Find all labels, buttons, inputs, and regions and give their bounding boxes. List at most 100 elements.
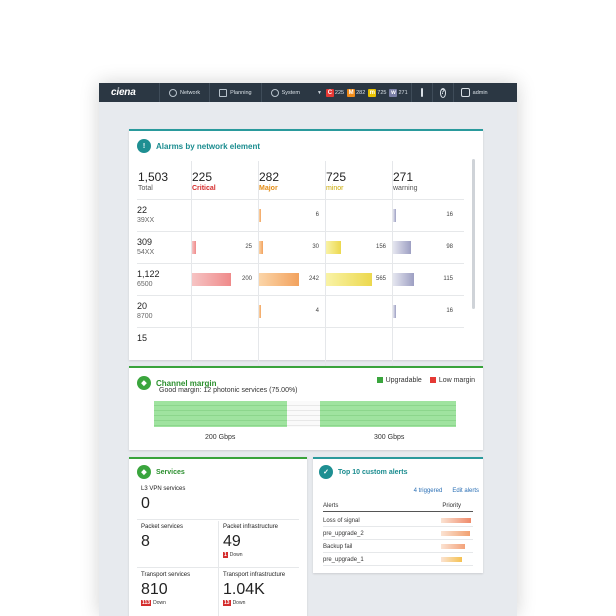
scrollbar[interactable] — [472, 159, 475, 309]
help-button[interactable]: ? — [431, 83, 453, 102]
minor-cell[interactable] — [325, 296, 392, 327]
nav-planning[interactable]: Planning — [209, 83, 260, 102]
warning-header[interactable]: 271 warning — [392, 171, 459, 199]
alerts-table-header: Alerts Priority — [323, 503, 473, 512]
minor-cell[interactable]: 565 — [325, 264, 392, 295]
major-count: 282 — [356, 89, 366, 96]
critical-cell[interactable]: 200 — [191, 264, 258, 295]
warning-cell[interactable]: 115 — [392, 264, 459, 295]
down-label: Down — [153, 600, 166, 606]
transport-infra-value: 1.04K — [223, 581, 265, 598]
minor-count: 565 — [375, 276, 386, 282]
total-value: 1,503 — [138, 170, 169, 184]
critical-cell[interactable]: 25 — [191, 232, 258, 263]
edit-alerts-link[interactable]: Edit alerts — [452, 488, 479, 494]
critical-cell[interactable] — [191, 328, 258, 359]
nav-system[interactable]: System — [260, 83, 309, 102]
legend-swatch — [376, 377, 383, 383]
alarm-row[interactable]: 15 — [137, 327, 464, 359]
divider — [137, 519, 299, 520]
packet-services-label: Packet services — [141, 524, 184, 530]
minor-total: 725 — [326, 170, 347, 184]
minor-cell[interactable] — [325, 328, 392, 359]
down-count: 113 — [141, 600, 152, 606]
minor-alarm-count[interactable]: m 725 — [368, 88, 387, 97]
alarm-rows: 22 39XX 6 16 309 54XX 25 30 156 98 1,122 6500 200 242… — [137, 199, 464, 359]
minor-header[interactable]: 725 minor — [325, 171, 392, 199]
warning-count: 271 — [398, 89, 408, 96]
alarm-row[interactable]: 1,122 6500 200 242 565 115 — [137, 263, 464, 295]
major-cell[interactable]: 242 — [258, 264, 325, 295]
major-cell[interactable]: 6 — [258, 200, 325, 231]
warning-total: 271 — [393, 170, 414, 184]
minor-count: 725 — [377, 89, 387, 96]
down-label: Down — [229, 552, 243, 558]
down-count: 1 — [223, 552, 228, 558]
user-menu[interactable]: admin — [452, 83, 492, 102]
alert-row[interactable]: Backup fail — [323, 541, 473, 553]
priority-column-header: Priority — [442, 503, 461, 509]
minor-bar — [326, 241, 341, 254]
divider — [137, 567, 299, 568]
major-badge: M — [347, 88, 356, 97]
alarms-card: ! Alarms by network element 1,503 Total … — [129, 129, 483, 389]
triggered-link[interactable]: 4 triggered — [414, 488, 443, 494]
alarm-row[interactable]: 22 39XX 6 16 — [137, 199, 464, 231]
warning-cell[interactable]: 98 — [392, 232, 459, 263]
transport-infrastructure[interactable]: Transport infrastructure 1.04K 13 Down — [223, 572, 285, 606]
l3vpn-services[interactable]: L3 VPN services 0 — [141, 486, 185, 513]
critical-cell[interactable] — [191, 200, 258, 231]
critical-alarm-count[interactable]: C 225 — [325, 88, 345, 97]
channel-icon: ◆ — [137, 376, 151, 390]
packet-infrastructure[interactable]: Packet infrastructure 49 1 Down — [223, 524, 278, 558]
total-label: Total — [138, 185, 153, 192]
alerts-card-title: Top 10 custom alerts — [338, 468, 408, 476]
major-header[interactable]: 282 Major — [258, 171, 325, 199]
warning-cell[interactable] — [392, 328, 459, 359]
major-cell[interactable] — [258, 328, 325, 359]
alarms-totals-row: 1,503 Total 225 Critical 282 Major 725 m… — [137, 171, 464, 199]
major-bar — [259, 209, 261, 222]
transport-services-label: Transport services — [141, 572, 191, 578]
packet-infra-down: 1 Down — [223, 552, 278, 558]
warning-cell[interactable]: 16 — [392, 296, 459, 327]
total-header[interactable]: 1,503 Total — [137, 171, 191, 199]
minor-cell[interactable]: 156 — [325, 232, 392, 263]
element-count: 1,122 — [137, 269, 160, 279]
minor-cell[interactable] — [325, 200, 392, 231]
dashboard-button[interactable] — [410, 83, 432, 102]
major-cell[interactable]: 4 — [258, 296, 325, 327]
major-alarm-count[interactable]: M 282 — [347, 88, 366, 97]
alert-row[interactable]: pre_upgrade_1 — [323, 554, 473, 566]
margin-segment-empty — [287, 401, 320, 427]
alarms-card-header: ! Alarms by network element — [137, 139, 260, 153]
critical-header[interactable]: 225 Critical — [191, 171, 258, 199]
l3vpn-label: L3 VPN services — [141, 486, 186, 492]
element-count: 309 — [137, 237, 153, 247]
critical-count: 225 — [334, 89, 345, 96]
priority-bar — [441, 531, 470, 536]
alert-row[interactable]: pre_upgrade_2 — [323, 528, 473, 540]
nav-network[interactable]: Network — [159, 83, 209, 102]
margin-bar[interactable] — [154, 401, 457, 427]
alert-row[interactable]: Loss of signal — [323, 515, 473, 527]
element-type: 8700 — [137, 313, 153, 320]
legend-low-margin-label: Low margin — [438, 377, 475, 384]
warning-bar — [393, 209, 396, 222]
transport-services[interactable]: Transport services 810 113 Down — [141, 572, 190, 606]
nav-system-label: System — [281, 89, 300, 96]
packet-services[interactable]: Packet services 8 — [141, 524, 183, 551]
packet-infra-label: Packet infrastructure — [223, 524, 279, 530]
alerts-icon: ✓ — [319, 465, 333, 479]
alarm-row[interactable]: 20 8700 4 16 — [137, 295, 464, 327]
warning-cell[interactable]: 16 — [392, 200, 459, 231]
alert-name: pre_upgrade_2 — [323, 531, 364, 537]
alarm-row[interactable]: 309 54XX 25 30 156 98 — [137, 231, 464, 263]
warning-alarm-count[interactable]: w 271 — [389, 88, 408, 97]
chevron-down-icon[interactable]: ▼ — [317, 90, 322, 96]
major-cell[interactable]: 30 — [258, 232, 325, 263]
ciena-logo[interactable]: ciena — [99, 87, 159, 98]
critical-badge: C — [325, 88, 334, 97]
critical-cell[interactable] — [191, 296, 258, 327]
alert-name: pre_upgrade_1 — [323, 557, 364, 563]
